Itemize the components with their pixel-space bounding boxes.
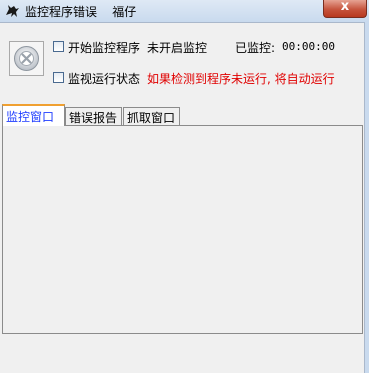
watch-status-label: 监视运行状态 — [68, 72, 141, 86]
monitor-status-text: 未开启监控 — [147, 41, 208, 55]
start-monitor-label: 开始监控程序 — [68, 41, 141, 55]
monitor-program-icon — [9, 41, 44, 76]
tab-monitor-window[interactable]: 监控窗口 — [2, 104, 65, 126]
elapsed-time-value: 00:00:00 — [282, 40, 335, 53]
elapsed-label: 已监控: — [235, 41, 276, 55]
tab-capture-window[interactable]: 抓取窗口 — [123, 107, 180, 125]
tab-error-report[interactable]: 错误报告 — [65, 107, 122, 125]
app-icon — [6, 5, 19, 17]
app-window: 监控程序错误 福仔 x 开始监控程序 未开启监控 已监控: 00:00:00 监… — [0, 0, 369, 373]
close-icon: x — [340, 0, 350, 14]
window-title: 监控程序错误 福仔 — [25, 5, 137, 19]
title-bar[interactable]: 监控程序错误 福仔 x — [0, 0, 369, 23]
monitor-window-panel — [2, 125, 363, 334]
start-monitor-checkbox[interactable] — [53, 41, 64, 52]
window-border — [364, 22, 369, 373]
watch-status-checkbox[interactable] — [53, 72, 64, 83]
close-button[interactable]: x — [323, 0, 367, 18]
auto-run-hint: 如果检测到程序未运行, 将自动运行 — [147, 72, 335, 86]
